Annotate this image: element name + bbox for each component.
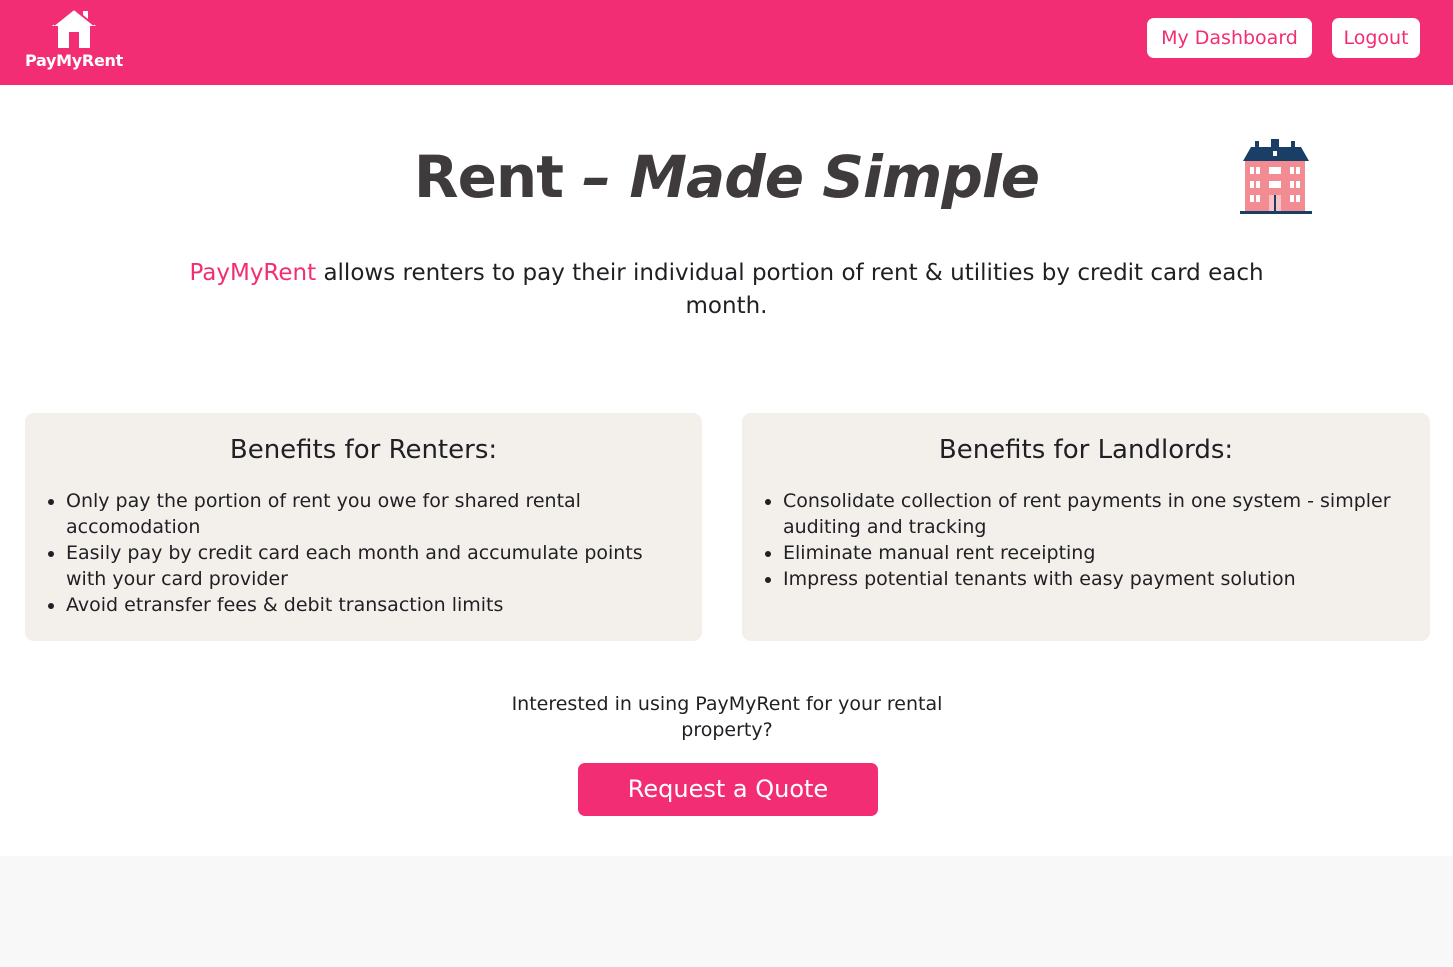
footer-area <box>0 856 1453 967</box>
list-item: Only pay the portion of rent you owe for… <box>66 488 682 540</box>
apartment-building-icon <box>1240 139 1312 214</box>
hero-title: Rent – Made Simple <box>0 143 1453 211</box>
top-navbar: PayMyRent My Dashboard Logout <box>0 0 1453 85</box>
my-dashboard-button[interactable]: My Dashboard <box>1147 18 1312 58</box>
list-item: Easily pay by credit card each month and… <box>66 540 682 592</box>
list-item: Impress potential tenants with easy paym… <box>783 566 1410 592</box>
logo-text: PayMyRent <box>25 51 123 70</box>
intro-body: allows renters to pay their individual p… <box>316 260 1264 319</box>
intro-text: PayMyRent allows renters to pay their in… <box>180 257 1273 323</box>
renters-benefits-list: Only pay the portion of rent you owe for… <box>25 488 702 618</box>
landlords-benefits-card: Benefits for Landlords: Consolidate coll… <box>742 413 1430 641</box>
logo-link[interactable]: PayMyRent <box>22 6 126 74</box>
renters-benefits-card: Benefits for Renters: Only pay the porti… <box>25 413 702 641</box>
house-icon <box>52 7 96 48</box>
list-item: Avoid etransfer fees & debit transaction… <box>66 592 682 618</box>
renters-benefits-title: Benefits for Renters: <box>229 435 498 465</box>
hero-title-plain: Rent <box>413 143 564 211</box>
list-item: Consolidate collection of rent payments … <box>783 488 1410 540</box>
request-quote-button[interactable]: Request a Quote <box>578 763 878 816</box>
hero-title-italic: – Made Simple <box>582 143 1040 211</box>
cta-text: Interested in using PayMyRent for your r… <box>511 693 943 741</box>
list-item: Eliminate manual rent receipting <box>783 540 1410 566</box>
landlords-benefits-title: Benefits for Landlords: <box>938 435 1234 465</box>
logout-button[interactable]: Logout <box>1332 18 1420 58</box>
intro-brand: PayMyRent <box>189 260 317 286</box>
main-content: Rent – Made Simple PayMyRent allows rent… <box>0 85 1453 856</box>
landlords-benefits-list: Consolidate collection of rent payments … <box>742 488 1430 592</box>
